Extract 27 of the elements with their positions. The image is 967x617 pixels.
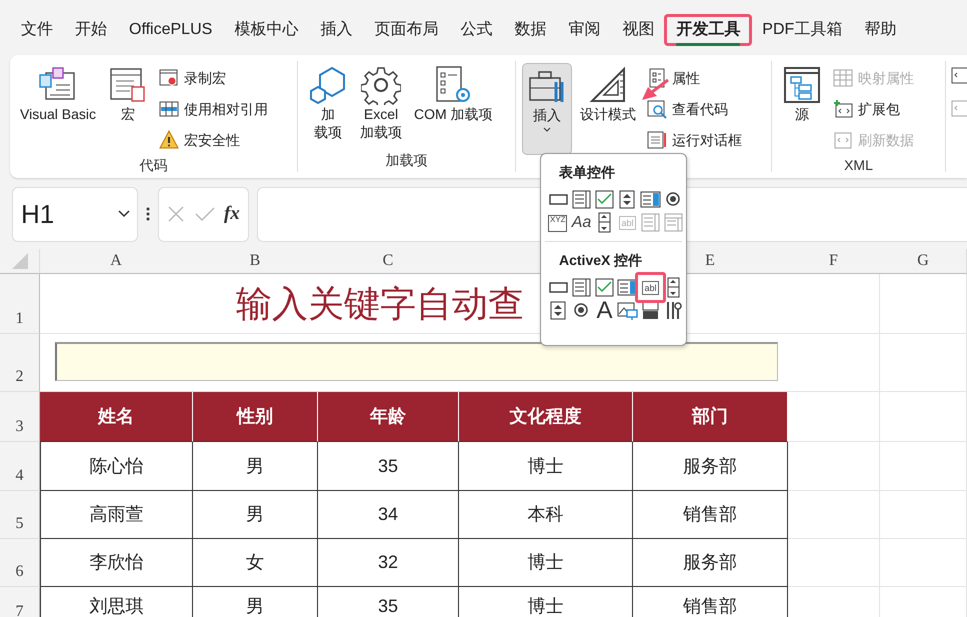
table-cell: 男 (193, 442, 318, 491)
table-cell: 高雨萱 (40, 491, 193, 539)
table-cell: 男 (193, 491, 318, 539)
table-cell: 博士 (459, 539, 633, 587)
table-cell: 刘思琪 (40, 587, 193, 617)
column-header-cell: 性别 (193, 392, 318, 442)
table-cell: 陈心怡 (40, 442, 193, 491)
table-cell: 博士 (459, 442, 633, 491)
table-cell: 32 (318, 539, 459, 587)
group-title: 加载项 (386, 152, 428, 168)
table-cell: 销售部 (633, 491, 788, 539)
table-cell: 服务部 (633, 442, 788, 491)
table-cell: 服务部 (633, 539, 788, 587)
sheet-title: 输入关键字自动查 (236, 282, 524, 326)
column-header-cell: 文化程度 (459, 392, 633, 442)
group-title: 代码 (140, 157, 168, 173)
table-cell: 35 (318, 442, 459, 491)
menu-section-title: ActiveX 控件 (558, 251, 644, 270)
table-cell: 李欣怡 (40, 539, 193, 587)
table-cell: 女 (193, 539, 318, 587)
column-header-cell: 部门 (633, 392, 788, 442)
menu-section-title: 表单控件 (558, 163, 616, 182)
group-title: XML (844, 157, 873, 173)
column-header-cell: 姓名 (40, 392, 193, 442)
table-cell: 34 (318, 491, 459, 539)
table-cell: 本科 (459, 491, 633, 539)
column-header-cell: 年龄 (318, 392, 459, 442)
